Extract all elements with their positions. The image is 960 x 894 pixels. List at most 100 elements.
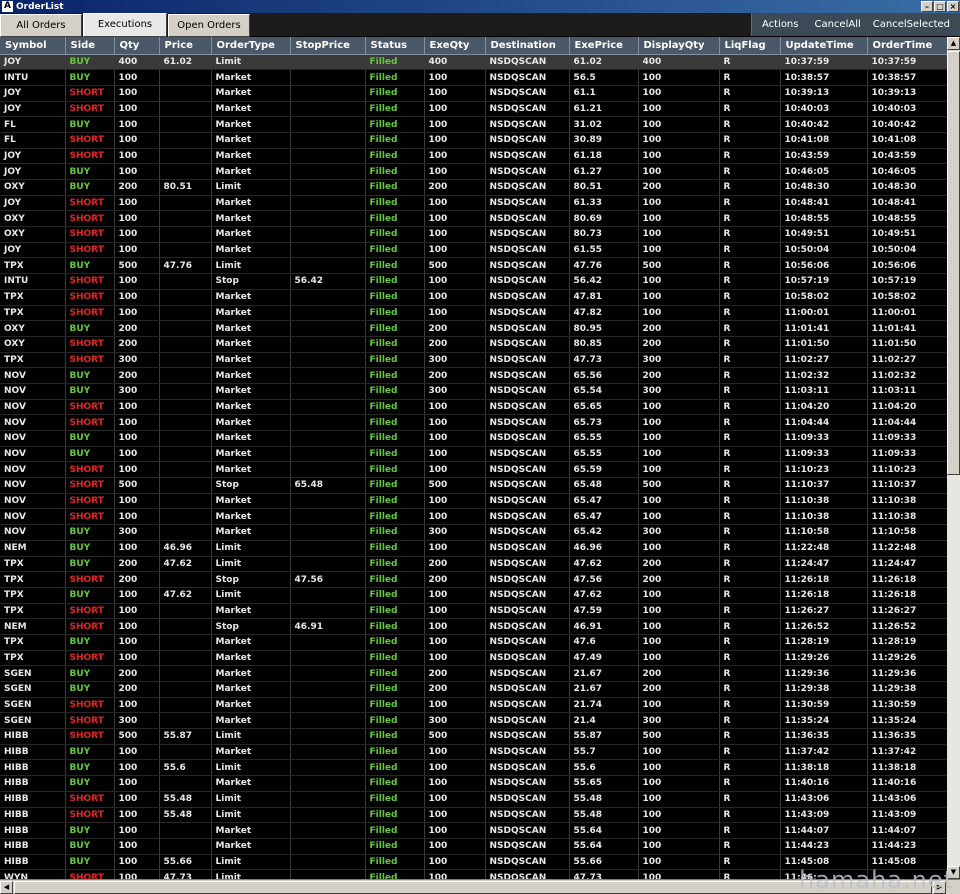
order-grid[interactable]: Symbol Side Qty Price OrderType StopPric… [0,37,947,879]
cell-update-time: 11:44:23 [780,838,868,855]
cell-update-time: 11:26:27 [780,603,868,620]
tab-all-orders[interactable]: All Orders [0,14,82,37]
column-header-liq-flag[interactable]: LiqFlag [719,37,781,55]
table-row[interactable]: SGEN SHORT 100 Market Filled 100 NSDQSCAN 21.74… [0,697,947,714]
column-header-display-qty[interactable]: DisplayQty [638,37,720,55]
actions-menu-button[interactable]: Actions [752,13,809,36]
table-row[interactable]: JOY SHORT 100 Market Filled 100 NSDQSCAN 61.33 1… [0,195,947,212]
column-header-update-time[interactable]: UpdateTime [780,37,868,55]
table-row[interactable]: HIBB SHORT 500 55.87 Limit Filled 500 NSDQSCAN 5… [0,728,947,745]
table-row[interactable]: FL BUY 100 Market Filled 100 NSDQSCAN 31.02 100 R… [0,116,947,133]
close-icon[interactable]: × [947,1,959,12]
cell-destination: NSDQSCAN [485,587,570,604]
column-header-destination[interactable]: Destination [485,37,570,55]
table-row[interactable]: NOV BUY 100 Market Filled 100 NSDQSCAN 65.55 100… [0,430,947,447]
table-row[interactable]: HIBB SHORT 100 55.48 Limit Filled 100 NSDQSCAN 5… [0,807,947,824]
column-header-price[interactable]: Price [159,37,212,55]
cell-price [159,383,212,400]
table-row[interactable]: HIBB BUY 100 Market Filled 100 NSDQSCAN 55.7 100… [0,744,947,761]
table-row[interactable]: OXY SHORT 100 Market Filled 100 NSDQSCAN 80.69 1… [0,210,947,228]
cell-order-type: Market [211,226,291,243]
table-row[interactable]: OXY SHORT 200 Market Filled 200 NSDQSCAN 80.85 2… [0,336,947,353]
table-row[interactable]: HIBB SHORT 100 55.48 Limit Filled 100 NSDQSCAN 5… [0,791,947,808]
table-row[interactable]: JOY SHORT 100 Market Filled 100 NSDQSCAN 61.55 1… [0,242,947,259]
cell-order-type: Market [211,775,291,792]
horizontal-scroll-thumb[interactable] [14,881,932,894]
column-header-stop-price[interactable]: StopPrice [290,37,366,55]
cell-exe-price: 47.49 [569,650,639,667]
table-row[interactable]: NOV SHORT 100 Market Filled 100 NSDQSCAN 65.47 1… [0,508,947,526]
vertical-scrollbar[interactable]: ▲ ▼ [947,37,960,879]
tab-open-orders[interactable]: Open Orders [168,14,250,37]
scroll-left-icon[interactable]: ◀ [0,881,13,894]
table-row[interactable]: TPX BUY 100 Market Filled 100 NSDQSCAN 47.6 100 R… [0,634,947,651]
table-row[interactable]: JOY BUY 400 61.02 Limit Filled 400 NSDQSCAN 61.0… [0,54,947,71]
minimize-icon[interactable]: – [921,1,933,12]
table-row[interactable]: INTU SHORT 100 Stop 56.42 Filled 100 NSDQSCAN 56… [0,273,947,290]
vertical-scroll-thumb[interactable] [947,51,960,475]
cell-order-time: 11:26:27 [867,603,947,620]
table-row[interactable]: TPX SHORT 100 Market Filled 100 NSDQSCAN 47.82 1… [0,305,947,322]
table-row[interactable]: OXY BUY 200 Market Filled 200 NSDQSCAN 80.95 200… [0,320,947,337]
table-row[interactable]: TPX SHORT 100 Market Filled 100 NSDQSCAN 47.49 1… [0,650,947,667]
table-row[interactable]: SGEN BUY 200 Market Filled 200 NSDQSCAN 21.67 20… [0,681,947,698]
cell-order-time: 11:09:33 [867,430,947,447]
table-row[interactable]: SGEN SHORT 300 Market Filled 300 NSDQSCAN 21.4 3… [0,712,947,730]
table-row[interactable]: JOY SHORT 100 Market Filled 100 NSDQSCAN 61.18 1… [0,148,947,165]
cell-order-time: 10:48:55 [867,210,947,228]
cell-liq-flag: R [719,744,781,761]
column-header-exe-qty[interactable]: ExeQty [424,37,486,55]
column-header-side[interactable]: Side [65,37,115,55]
maximize-icon[interactable]: □ [934,1,946,12]
cell-order-type: Market [211,430,291,447]
cancel-selected-button[interactable]: CancelSelected [867,13,960,36]
table-row[interactable]: NOV BUY 300 Market Filled 300 NSDQSCAN 65.42 300… [0,524,947,541]
table-row[interactable]: OXY BUY 200 80.51 Limit Filled 200 NSDQSCAN 80.5… [0,179,947,196]
table-row[interactable]: JOY SHORT 100 Market Filled 100 NSDQSCAN 61.1 10… [0,85,947,102]
cancel-all-button[interactable]: CancelAll [808,13,866,36]
cell-display-qty: 100 [638,759,720,777]
table-row[interactable]: TPX SHORT 200 Stop 47.56 Filled 200 NSDQSCAN 47.… [0,571,947,588]
table-row[interactable]: NOV SHORT 100 Market Filled 100 NSDQSCAN 65.65 1… [0,399,947,416]
table-row[interactable]: TPX SHORT 100 Market Filled 100 NSDQSCAN 47.81 1… [0,289,947,306]
table-row[interactable]: TPX BUY 500 47.76 Limit Filled 500 NSDQSCAN 47.7… [0,257,947,275]
table-row[interactable]: HIBB BUY 100 Market Filled 100 NSDQSCAN 55.65 10… [0,775,947,792]
table-row[interactable]: NOV BUY 200 Market Filled 200 NSDQSCAN 65.56 200… [0,367,947,384]
table-row[interactable]: NOV SHORT 100 Market Filled 100 NSDQSCAN 65.73 1… [0,414,947,431]
cell-display-qty: 200 [638,571,720,588]
table-row[interactable]: NOV SHORT 100 Market Filled 100 NSDQSCAN 65.47 1… [0,493,947,510]
table-row[interactable]: NOV SHORT 500 Stop 65.48 Filled 500 NSDQSCAN 65.… [0,477,947,494]
table-row[interactable]: JOY BUY 100 Market Filled 100 NSDQSCAN 61.27 100… [0,163,947,180]
table-row[interactable]: TPX SHORT 100 Market Filled 100 NSDQSCAN 47.59 1… [0,603,947,620]
cell-symbol: TPX [0,587,66,604]
table-row[interactable]: TPX BUY 100 47.62 Limit Filled 100 NSDQSCAN 47.6… [0,587,947,604]
table-row[interactable]: NOV BUY 300 Market Filled 300 NSDQSCAN 65.54 300… [0,383,947,400]
table-row[interactable]: TPX SHORT 300 Market Filled 300 NSDQSCAN 47.73 3… [0,352,947,369]
table-row[interactable]: HIBB BUY 100 55.6 Limit Filled 100 NSDQSCAN 55.6… [0,759,947,777]
table-row[interactable]: NOV BUY 100 Market Filled 100 NSDQSCAN 65.55 100… [0,446,947,463]
column-header-qty[interactable]: Qty [114,37,160,55]
column-header-order-time[interactable]: OrderTime [867,37,947,55]
scroll-up-icon[interactable]: ▲ [947,37,960,50]
table-row[interactable]: JOY SHORT 100 Market Filled 100 NSDQSCAN 61.21 1… [0,101,947,118]
table-row[interactable]: TPX BUY 200 47.62 Limit Filled 200 NSDQSCAN 47.6… [0,556,947,573]
tab-executions[interactable]: Executions [83,13,167,37]
column-header-status[interactable]: Status [365,37,425,55]
table-row[interactable]: NEM BUY 100 46.96 Limit Filled 100 NSDQSCAN 46.9… [0,540,947,557]
cell-destination: NSDQSCAN [485,446,570,463]
table-row[interactable]: HIBB BUY 100 Market Filled 100 NSDQSCAN 55.64 10… [0,822,947,839]
table-row[interactable]: FL SHORT 100 Market Filled 100 NSDQSCAN 30.89 10… [0,132,947,149]
column-header-symbol[interactable]: Symbol [0,37,66,55]
cell-qty: 100 [114,430,160,447]
table-row[interactable]: NEM SHORT 100 Stop 46.91 Filled 100 NSDQSCAN 46.… [0,618,947,635]
table-row[interactable]: OXY SHORT 100 Market Filled 100 NSDQSCAN 80.73 1… [0,226,947,243]
table-row[interactable]: INTU BUY 100 Market Filled 100 NSDQSCAN 56.5 100… [0,69,947,86]
table-row[interactable]: NOV SHORT 100 Market Filled 100 NSDQSCAN 65.59 1… [0,461,947,479]
column-header-exe-price[interactable]: ExePrice [569,37,639,55]
table-row[interactable]: SGEN BUY 200 Market Filled 200 NSDQSCAN 21.67 20… [0,665,947,682]
cell-exe-price: 46.96 [569,540,639,557]
table-row[interactable]: HIBB BUY 100 Market Filled 100 NSDQSCAN 55.64 10… [0,838,947,855]
column-header-order-type[interactable]: OrderType [211,37,291,55]
cell-order-type: Market [211,461,291,479]
vertical-scroll-track[interactable] [947,475,960,866]
